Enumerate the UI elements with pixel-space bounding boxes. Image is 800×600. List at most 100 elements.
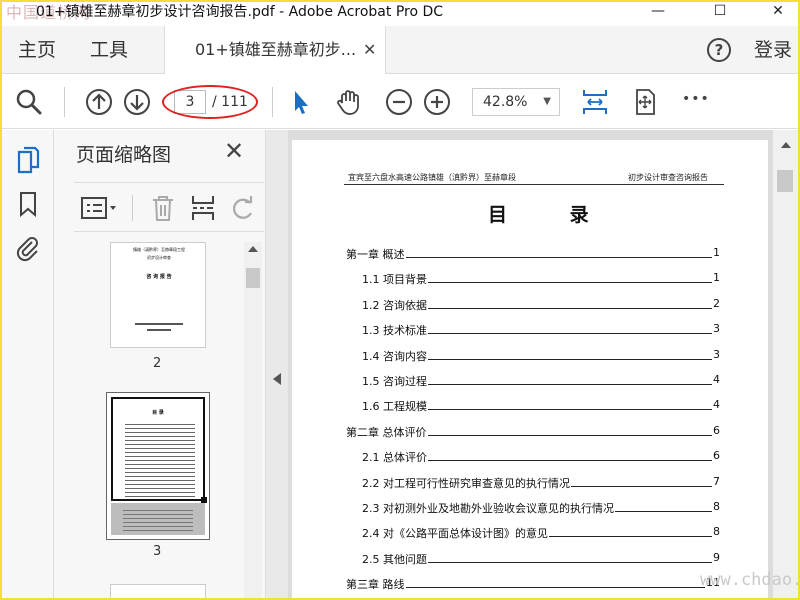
delete-page-icon[interactable] (150, 193, 176, 223)
help-button[interactable]: ? (707, 38, 731, 62)
thumbnail-text-line (147, 329, 171, 331)
left-navigation-rail (2, 130, 54, 598)
scroll-up-icon[interactable] (248, 246, 258, 252)
fit-width-icon[interactable] (580, 87, 610, 117)
header-rule (344, 184, 724, 185)
app-window: 中国道桥网 01+镇雄至赫章初步设计咨询报告.pdf - Adobe Acrob… (0, 0, 800, 600)
red-annotation-ellipse (162, 85, 258, 119)
toc-entry[interactable]: 2.2 对工程可行性研究审查意见的执行情况 7 (362, 475, 720, 491)
toolbar-divider (132, 195, 133, 221)
previous-page-icon[interactable] (84, 87, 114, 117)
toc-entry-page: 8 (713, 525, 720, 538)
page-thumbnail-selected[interactable]: 目 录 (106, 392, 210, 540)
tab-home[interactable]: 主页 (18, 26, 56, 74)
document-scrollbar[interactable] (772, 130, 798, 598)
thumbnail-panel: 页面缩略图 ✕ 镇雄（滇黔界）至赫章段工程 初步设计审查 咨 询 报 告 2 目… (54, 130, 266, 598)
toc-leader-line (428, 562, 712, 563)
toc-entry-label: 第一章 概述 (346, 248, 405, 261)
toolbar-divider (272, 87, 273, 117)
zoom-out-icon[interactable] (384, 87, 414, 117)
full-screen-icon[interactable] (630, 87, 660, 117)
page-thumbnails-icon[interactable] (15, 146, 41, 174)
toc-entry-label: 第二章 总体评价 (346, 426, 427, 439)
thumbnail-panel-title: 页面缩略图 (76, 144, 172, 166)
toc-entry[interactable]: 1.6 工程规模 4 (362, 398, 720, 414)
toc-entry-page: 3 (713, 322, 720, 335)
running-header-right: 初步设计审查咨询报告 (628, 173, 708, 182)
thumbnail-options-icon[interactable] (80, 195, 118, 221)
chevron-down-icon: ▼ (543, 96, 551, 107)
toc-entry[interactable]: 2.4 对《公路平面总体设计图》的意见 8 (362, 525, 720, 541)
hand-tool-icon[interactable] (334, 87, 364, 117)
toc-leader-line (549, 536, 712, 537)
thumbnail-toolbar (74, 182, 264, 232)
toc-entry-page: 6 (713, 424, 720, 437)
toc-leader-line (406, 257, 712, 258)
close-panel-button[interactable]: ✕ (224, 138, 244, 164)
toc-entry-page: 1 (713, 246, 720, 259)
thumbnail-text-line: 初步设计审查 (147, 255, 171, 260)
select-cursor-icon[interactable] (286, 87, 316, 117)
toolbar: 3 / 111 42.8% ▼ ••• (2, 75, 798, 129)
scroll-up-icon[interactable] (781, 142, 791, 148)
document-page: 宜宾至六盘水高速公路镇雄（滇黔界）至赫章段 初步设计审查咨询报告 目 录 第一章… (292, 140, 768, 598)
toc-entry[interactable]: 1.3 技术标准 3 (362, 322, 720, 338)
document-tab-label: 01+镇雄至赫章初步... (195, 40, 357, 59)
toc-entry[interactable]: 1.4 咨询内容 3 (362, 348, 720, 364)
thumbnail-text-line: 咨 询 报 告 (146, 274, 172, 280)
next-page-icon[interactable] (122, 87, 152, 117)
zoom-value: 42.8% (483, 94, 528, 110)
more-tools-button[interactable]: ••• (682, 91, 710, 107)
toc-entry[interactable]: 第二章 总体评价 6 (346, 424, 720, 440)
toc-entry[interactable]: 1.1 项目背景 1 (362, 271, 720, 287)
toc-entry-label: 2.2 对工程可行性研究审查意见的执行情况 (362, 477, 570, 490)
tab-tools[interactable]: 工具 (90, 26, 128, 74)
close-tab-button[interactable]: ✕ (363, 26, 376, 74)
toc-entry[interactable]: 第一章 概述 1 (346, 246, 720, 262)
close-window-button[interactable]: ✕ (758, 2, 798, 24)
toc-entry-page: 4 (713, 398, 720, 411)
toc-entry-label: 1.5 咨询过程 (362, 375, 427, 388)
rotate-page-icon[interactable] (230, 193, 256, 223)
thumbnail-text-line (135, 323, 183, 325)
thumbnail-page-number: 2 (153, 356, 162, 371)
window-title: 01+镇雄至赫章初步设计咨询报告.pdf - Adobe Acrobat Pro… (36, 4, 444, 20)
document-view[interactable]: 宜宾至六盘水高速公路镇雄（滇黔界）至赫章段 初步设计审查咨询报告 目 录 第一章… (288, 130, 772, 598)
toolbar-divider (64, 87, 65, 117)
toc-entry[interactable]: 2.3 对初测外业及地勘外业验收会议意见的执行情况 8 (362, 500, 720, 516)
page-thumbnail[interactable] (110, 584, 206, 598)
collapse-panel-icon[interactable] (273, 373, 281, 385)
toc-entry-page: 1 (713, 271, 720, 284)
toc-leader-line (428, 282, 712, 283)
tab-document[interactable]: 01+镇雄至赫章初步... ✕ (164, 26, 386, 74)
login-button[interactable]: 登录 (754, 26, 792, 74)
panel-splitter[interactable] (266, 130, 288, 598)
page-thumbnail[interactable]: 镇雄（滇黔界）至赫章段工程 初步设计审查 咨 询 报 告 (110, 242, 206, 348)
toc-entry[interactable]: 2.5 其他问题 9 (362, 551, 720, 567)
scroll-thumb[interactable] (777, 170, 793, 192)
bookmark-icon[interactable] (15, 190, 41, 218)
toc-entry[interactable]: 1.2 咨询依据 2 (362, 297, 720, 313)
toc-entry[interactable]: 第三章 路线 11 (346, 576, 720, 592)
toc-leader-line (428, 460, 712, 461)
toc-entry[interactable]: 1.5 咨询过程 4 (362, 373, 720, 389)
maximize-button[interactable]: ☐ (700, 2, 740, 24)
toc-leader-line (428, 359, 712, 360)
insert-page-icon[interactable] (190, 193, 216, 223)
toc-entry-page: 3 (713, 348, 720, 361)
toc-entry-page: 9 (713, 551, 720, 564)
thumbnail-scrollbar[interactable] (244, 242, 262, 598)
thumbnail-toc-lines (123, 507, 193, 531)
toc-entry-label: 2.1 总体评价 (362, 451, 427, 464)
toc-entry[interactable]: 2.1 总体评价 6 (362, 449, 720, 465)
attachment-icon[interactable] (15, 234, 41, 262)
zoom-in-icon[interactable] (422, 87, 452, 117)
toc-entry-label: 1.2 咨询依据 (362, 299, 427, 312)
thumbnail-text-line: 镇雄（滇黔界）至赫章段工程 (133, 247, 185, 252)
search-icon[interactable] (14, 87, 44, 117)
minimize-button[interactable]: — (638, 2, 678, 24)
toc-title: 目 录 (488, 204, 617, 226)
scroll-thumb[interactable] (246, 268, 260, 288)
toc-entry-label: 2.4 对《公路平面总体设计图》的意见 (362, 527, 548, 540)
zoom-level-select[interactable]: 42.8% ▼ (472, 88, 560, 116)
